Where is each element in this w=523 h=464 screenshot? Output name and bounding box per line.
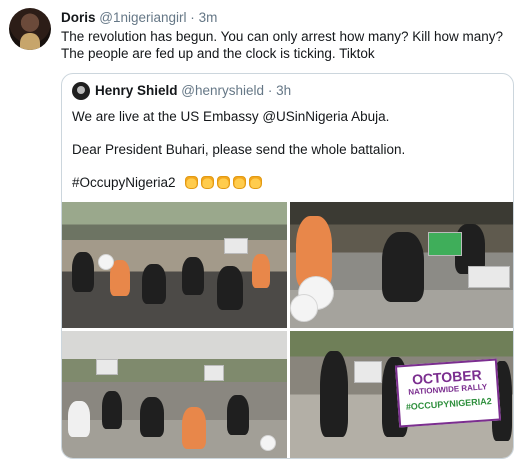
quoted-author-name[interactable]: Henry Shield xyxy=(95,83,178,98)
tweet-header: Doris @1nigeriangirl · 3m xyxy=(61,9,217,27)
oncoming-fist-icon xyxy=(249,176,263,189)
quoted-line-2: Dear President Buhari, please send the w… xyxy=(72,142,406,157)
protester-figure xyxy=(382,232,424,302)
photo-protesters-seated-on-road[interactable] xyxy=(62,202,287,328)
oncoming-fist-icon xyxy=(217,176,231,189)
quoted-avatar[interactable] xyxy=(72,82,90,100)
protest-sign xyxy=(204,365,224,381)
balloon xyxy=(98,254,114,270)
protester-figure xyxy=(142,264,166,304)
protester-figure xyxy=(68,401,90,437)
protest-sign xyxy=(428,232,462,256)
tweet-timestamp[interactable]: 3m xyxy=(199,10,218,25)
protester-figure xyxy=(72,252,94,292)
photo-grid: OCTOBER NATIONWIDE RALLY #OCCUPYNIGERIA2 xyxy=(62,202,513,458)
oncoming-fist-icon xyxy=(201,176,215,189)
balloon xyxy=(260,435,276,451)
photo-protester-sitting-with-balloons[interactable] xyxy=(290,202,513,328)
emoji-group xyxy=(185,176,265,194)
quoted-author-handle[interactable]: @henryshield xyxy=(181,83,264,98)
banner-line-3: #OCCUPYNIGERIA2 xyxy=(405,395,493,412)
balloon xyxy=(290,294,318,322)
protester-figure xyxy=(252,254,270,288)
quoted-timestamp[interactable]: 3h xyxy=(276,83,291,98)
rally-banner: OCTOBER NATIONWIDE RALLY #OCCUPYNIGERIA2 xyxy=(394,358,502,428)
protester-figure xyxy=(102,391,122,429)
author-handle[interactable]: @1nigeriangirl xyxy=(99,10,186,25)
photo-protesters-with-banner[interactable]: OCTOBER NATIONWIDE RALLY #OCCUPYNIGERIA2 xyxy=(290,331,513,458)
protester-figure xyxy=(140,397,164,437)
protest-sign xyxy=(354,361,382,383)
separator-dot: · xyxy=(267,83,273,98)
hashtag-link[interactable]: #OccupyNigeria2 xyxy=(72,175,176,190)
separator-dot: · xyxy=(190,10,195,25)
tweet-text: The revolution has begun. You can only a… xyxy=(61,29,504,61)
tweet[interactable]: Doris @1nigeriangirl · 3m The revolution… xyxy=(0,0,523,464)
protest-sign xyxy=(468,266,510,288)
oncoming-fist-icon xyxy=(185,176,199,189)
protester-figure xyxy=(227,395,249,435)
protester-figure xyxy=(182,257,204,295)
oncoming-fist-icon xyxy=(233,176,247,189)
protest-sign xyxy=(96,359,118,375)
protest-sign xyxy=(224,238,248,254)
protester-figure xyxy=(320,351,348,437)
quoted-header: Henry Shield @henryshield · 3h xyxy=(95,82,291,100)
quoted-text: We are live at the US Embassy @USinNiger… xyxy=(72,108,502,209)
quoted-hashtag-line: #OccupyNigeria2 xyxy=(72,174,502,194)
quoted-line-1: We are live at the US Embassy @USinNiger… xyxy=(72,109,390,124)
protester-figure xyxy=(217,266,243,310)
author-name[interactable]: Doris xyxy=(61,10,96,25)
photo-protesters-sitting-near-embassy[interactable] xyxy=(62,331,287,458)
protester-figure xyxy=(182,407,206,449)
avatar[interactable] xyxy=(9,8,51,50)
quoted-tweet[interactable]: Henry Shield @henryshield · 3h We are li… xyxy=(61,73,514,459)
